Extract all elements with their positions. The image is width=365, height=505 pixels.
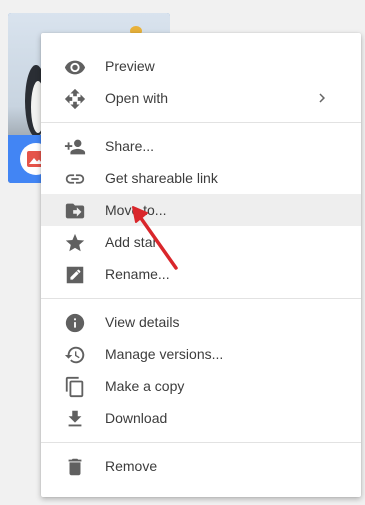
menu-item-manage-versions[interactable]: Manage versions... — [41, 338, 361, 370]
menu-item-share[interactable]: Share... — [41, 130, 361, 162]
menu-item-label: Move to... — [105, 202, 167, 218]
star-icon — [64, 232, 86, 254]
menu-divider — [41, 442, 361, 443]
trash-icon — [64, 456, 86, 478]
person-add-icon — [64, 136, 86, 158]
menu-item-get-shareable-link[interactable]: Get shareable link — [41, 162, 361, 194]
menu-item-label: View details — [105, 314, 180, 330]
menu-item-view-details[interactable]: View details — [41, 306, 361, 338]
move-arrows-icon — [64, 88, 86, 110]
menu-item-open-with[interactable]: Open with — [41, 82, 361, 114]
link-icon — [64, 168, 86, 190]
menu-item-label: Make a copy — [105, 378, 185, 394]
menu-item-download[interactable]: Download — [41, 402, 361, 434]
menu-item-label: Add star — [105, 234, 158, 250]
menu-item-move-to[interactable]: Move to... — [41, 194, 361, 226]
menu-item-label: Download — [105, 410, 168, 426]
menu-item-label: Share... — [105, 138, 155, 154]
menu-item-make-a-copy[interactable]: Make a copy — [41, 370, 361, 402]
folder-move-icon — [64, 200, 86, 222]
menu-divider — [41, 298, 361, 299]
menu-item-label: Rename... — [105, 266, 170, 282]
context-menu: Preview Open with Share... Get shareable… — [41, 33, 361, 497]
pencil-icon — [64, 264, 86, 286]
eye-icon — [64, 56, 86, 78]
menu-divider — [41, 122, 361, 123]
chevron-right-icon — [313, 89, 331, 107]
history-icon — [64, 344, 86, 366]
copy-icon — [64, 376, 86, 398]
download-icon — [64, 408, 86, 430]
menu-item-rename[interactable]: Rename... — [41, 258, 361, 290]
info-icon — [64, 312, 86, 334]
menu-item-add-star[interactable]: Add star — [41, 226, 361, 258]
menu-item-label: Get shareable link — [105, 170, 218, 186]
menu-item-label: Manage versions... — [105, 346, 224, 362]
menu-item-label: Preview — [105, 58, 155, 74]
menu-item-label: Remove — [105, 458, 158, 474]
menu-item-preview[interactable]: Preview — [41, 50, 361, 82]
menu-item-label: Open with — [105, 90, 169, 106]
menu-item-remove[interactable]: Remove — [41, 450, 361, 482]
